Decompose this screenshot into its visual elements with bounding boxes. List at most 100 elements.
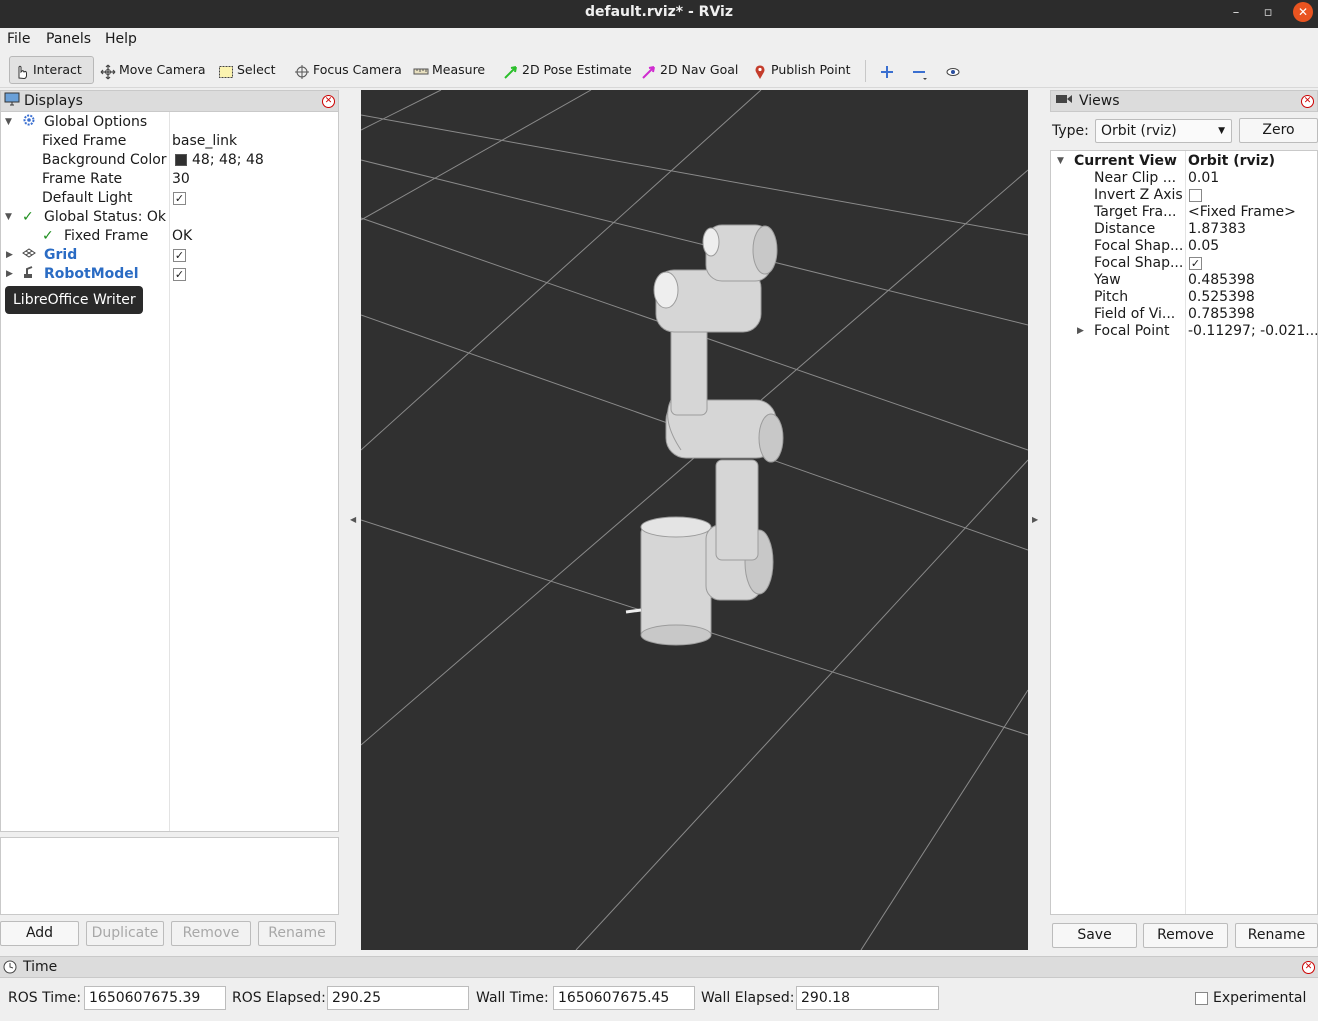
wall-elapsed-label: Wall Elapsed:: [701, 990, 795, 1006]
3d-viewport[interactable]: [361, 90, 1028, 950]
ros-elapsed-field[interactable]: 290.25: [327, 986, 469, 1010]
tree-row-global-options[interactable]: ▼ Global Options: [1, 113, 340, 132]
views-panel-header: Views ✕: [1050, 90, 1318, 112]
select-tool-button[interactable]: Select: [214, 56, 280, 84]
tree-row-global-status[interactable]: ▼ ✓ Global Status: Ok: [1, 208, 340, 227]
view-type-select[interactable]: Orbit (rviz) ▼: [1095, 119, 1232, 143]
measure-label: Measure: [432, 62, 486, 77]
pose-estimate-tool-button[interactable]: 2D Pose Estimate: [499, 56, 636, 84]
duplicate-display-button[interactable]: Duplicate: [86, 921, 164, 946]
ros-time-field[interactable]: 1650607675.39: [84, 986, 226, 1010]
color-swatch[interactable]: [175, 154, 187, 166]
minimize-button[interactable]: –: [1224, 2, 1248, 26]
view-type-value: Orbit (rviz): [1101, 123, 1177, 139]
close-time-icon[interactable]: ✕: [1302, 961, 1315, 974]
rename-view-button[interactable]: Rename: [1235, 923, 1318, 948]
publish-point-label: Publish Point: [771, 62, 851, 77]
tooltip: LibreOffice Writer: [5, 286, 143, 314]
publish-point-tool-button[interactable]: Publish Point: [748, 56, 855, 84]
right-splitter-handle-icon[interactable]: ▶: [1032, 515, 1038, 524]
tree-row-fixed-frame[interactable]: Fixed Frame base_link: [1, 132, 340, 151]
menu-panels[interactable]: Panels: [46, 31, 91, 47]
monitor-icon: [4, 92, 20, 110]
zero-button[interactable]: Zero: [1239, 118, 1318, 143]
view-type-row: Type: Orbit (rviz) ▼ Zero: [1050, 117, 1318, 145]
magenta-arrow-icon: [641, 62, 657, 79]
background-color-value[interactable]: 48; 48; 48: [192, 151, 264, 170]
remove-display-button[interactable]: Remove: [171, 921, 251, 946]
green-arrow-icon: [503, 62, 519, 79]
toolbar: Interact Move Camera Select Focus Camera…: [0, 52, 1318, 88]
expand-arrow-icon[interactable]: ▼: [5, 208, 12, 227]
add-tool-button[interactable]: [875, 56, 899, 84]
tree-row-robot-model[interactable]: ▶ RobotModel ✓: [1, 265, 340, 284]
menu-bar: File Panels Help: [0, 28, 1318, 52]
map-pin-icon: [752, 62, 768, 79]
status-ok-check-icon: ✓: [42, 228, 54, 244]
toolbar-separator: [865, 60, 866, 82]
focus-camera-tool-button[interactable]: Focus Camera: [290, 56, 406, 84]
expand-arrow-icon[interactable]: ▼: [5, 113, 12, 132]
focal-shape-checkbox[interactable]: ✓: [1189, 257, 1202, 270]
collapse-arrow-icon[interactable]: ▶: [1077, 322, 1084, 341]
robot-arm-model: [625, 224, 784, 646]
move-arrows-icon: [100, 62, 116, 80]
save-view-button[interactable]: Save: [1052, 923, 1137, 948]
displays-title: Displays: [24, 93, 83, 109]
frame-rate-value[interactable]: 30: [172, 170, 190, 189]
nav-goal-tool-button[interactable]: 2D Nav Goal: [637, 56, 742, 84]
move-camera-label: Move Camera: [119, 62, 206, 77]
select-label: Select: [237, 62, 276, 77]
close-views-icon[interactable]: ✕: [1301, 95, 1314, 108]
collapse-arrow-icon[interactable]: ▶: [6, 246, 13, 265]
close-displays-icon[interactable]: ✕: [322, 95, 335, 108]
remove-view-button[interactable]: Remove: [1143, 923, 1228, 948]
focus-camera-label: Focus Camera: [313, 62, 402, 77]
tree-row-grid[interactable]: ▶ Grid ✓: [1, 246, 340, 265]
crosshair-icon: [294, 62, 310, 79]
invert-z-checkbox[interactable]: [1189, 189, 1202, 202]
view-prop-value[interactable]: -0.11297; -0.021...: [1188, 322, 1318, 341]
measure-tool-button[interactable]: Measure: [409, 56, 489, 84]
interact-label: Interact: [33, 62, 82, 77]
wall-time-label: Wall Time:: [476, 990, 549, 1006]
wall-time-field[interactable]: 1650607675.45: [553, 986, 695, 1010]
ros-elapsed-label: ROS Elapsed:: [232, 990, 326, 1006]
collapse-arrow-icon[interactable]: ▶: [6, 265, 13, 284]
robot-model-enabled-checkbox[interactable]: ✓: [173, 268, 186, 281]
add-display-button[interactable]: Add: [0, 921, 79, 946]
move-camera-tool-button[interactable]: Move Camera: [96, 56, 210, 84]
left-splitter-handle-icon[interactable]: ◀: [350, 515, 356, 524]
minus-icon: [911, 62, 927, 80]
menu-help[interactable]: Help: [105, 31, 137, 47]
tree-row-default-light[interactable]: Default Light ✓: [1, 189, 340, 208]
tree-row-frame-rate[interactable]: Frame Rate 30: [1, 170, 340, 189]
experimental-checkbox[interactable]: [1195, 992, 1208, 1005]
wall-elapsed-field[interactable]: 290.18: [796, 986, 939, 1010]
tree-row-view-prop[interactable]: ▶ Focal Point -0.11297; -0.021...: [1051, 322, 1318, 341]
dropdown-arrow-icon: ▼: [1218, 126, 1225, 136]
tree-row-background-color[interactable]: Background Color 48; 48; 48: [1, 151, 340, 170]
rename-display-button[interactable]: Rename: [258, 921, 336, 946]
plus-icon: [879, 62, 895, 78]
eye-icon: [945, 62, 961, 78]
status-ok-check-icon: ✓: [22, 209, 34, 225]
default-light-checkbox[interactable]: ✓: [173, 192, 186, 205]
interact-tool-button[interactable]: Interact: [9, 56, 94, 84]
menu-file[interactable]: File: [7, 31, 30, 47]
fixed-frame-value[interactable]: base_link: [172, 132, 237, 151]
camera-icon: [1055, 93, 1073, 109]
global-status-label: Global Status: Ok: [44, 209, 167, 225]
tree-row-status-fixed-frame[interactable]: ✓ Fixed Frame OK: [1, 227, 340, 246]
remove-tool-button[interactable]: [907, 56, 931, 84]
global-options-label: Global Options: [44, 114, 148, 130]
view-options-button[interactable]: [941, 56, 965, 84]
display-description-box: [0, 837, 339, 915]
robot-icon: [22, 265, 36, 285]
views-properties-tree: ▼ Current View Orbit (rviz) Near Clip ..…: [1050, 150, 1318, 915]
maximize-button[interactable]: ▫: [1256, 2, 1280, 26]
hand-pointer-icon: [14, 62, 30, 80]
close-button[interactable]: ✕: [1293, 2, 1313, 22]
view-prop-label: Focal Point: [1094, 323, 1170, 339]
grid-enabled-checkbox[interactable]: ✓: [173, 249, 186, 262]
